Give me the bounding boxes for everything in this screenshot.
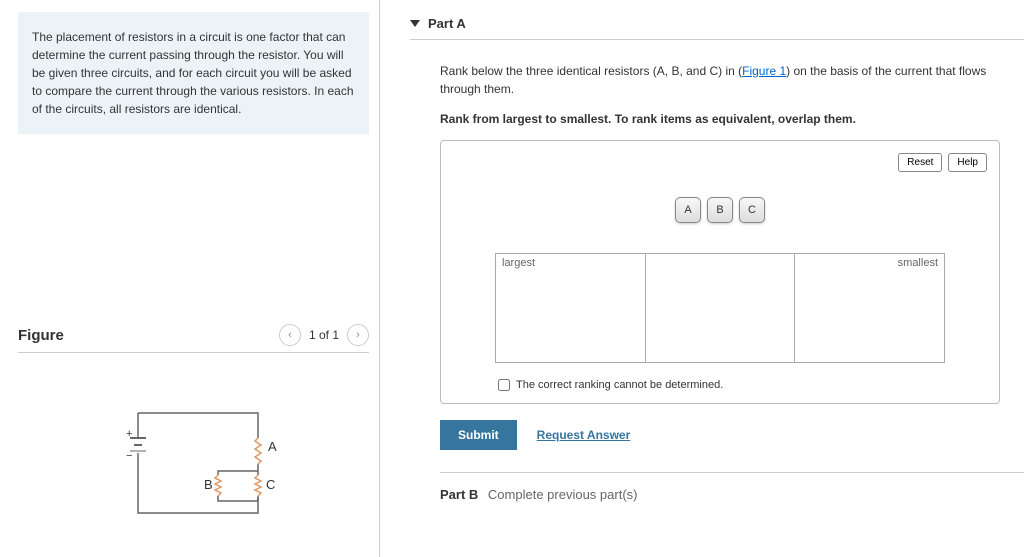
rank-item-a[interactable]: A — [675, 197, 701, 223]
figure-next-button[interactable]: › — [347, 324, 369, 346]
smallest-label: smallest — [898, 257, 938, 269]
largest-label: largest — [502, 257, 535, 269]
cannot-determine-row[interactable]: The correct ranking cannot be determined… — [453, 375, 987, 391]
rank-bin-2[interactable] — [646, 254, 796, 362]
rank-item-c[interactable]: C — [739, 197, 765, 223]
question-text: Rank below the three identical resistors… — [440, 62, 1024, 98]
figure-nav-text: 1 of 1 — [309, 328, 339, 342]
battery-plus-label: + — [126, 428, 132, 440]
reset-button[interactable]: Reset — [898, 153, 942, 172]
collapse-icon — [410, 20, 420, 27]
resistor-a-label: A — [268, 439, 277, 454]
part-b-text: Complete previous part(s) — [488, 487, 638, 502]
ranking-widget: Reset Help A B C largest smallest The co… — [440, 140, 1000, 404]
figure-section: Figure ‹ 1 of 1 › — [18, 324, 369, 526]
part-b-row: Part B Complete previous part(s) — [440, 472, 1024, 502]
rank-bin-1[interactable] — [496, 254, 646, 362]
problem-statement: The placement of resistors in a circuit … — [18, 12, 369, 134]
request-answer-link[interactable]: Request Answer — [537, 428, 631, 442]
part-b-label: Part B — [440, 487, 478, 502]
resistor-b-label: B — [204, 477, 213, 492]
figure-title: Figure — [18, 327, 64, 344]
rank-items-pool: A B C — [453, 197, 987, 223]
battery-minus-label: − — [126, 450, 132, 462]
resistor-c-label: C — [266, 477, 275, 492]
ranking-instruction: Rank from largest to smallest. To rank i… — [440, 112, 1024, 126]
rank-bin-3[interactable] — [795, 254, 944, 362]
part-a-title: Part A — [428, 16, 466, 31]
help-button[interactable]: Help — [948, 153, 987, 172]
chevron-left-icon: ‹ — [288, 329, 292, 341]
part-a-header[interactable]: Part A — [410, 8, 1024, 40]
figure-link[interactable]: Figure 1 — [742, 64, 786, 78]
rank-bins[interactable]: largest smallest — [495, 253, 945, 363]
figure-prev-button[interactable]: ‹ — [279, 324, 301, 346]
circuit-diagram: + − A B C — [108, 393, 288, 523]
submit-button[interactable]: Submit — [440, 420, 517, 450]
rank-item-b[interactable]: B — [707, 197, 733, 223]
cannot-determine-checkbox[interactable] — [498, 379, 510, 391]
cannot-determine-label: The correct ranking cannot be determined… — [516, 379, 723, 391]
chevron-right-icon: › — [356, 329, 360, 341]
